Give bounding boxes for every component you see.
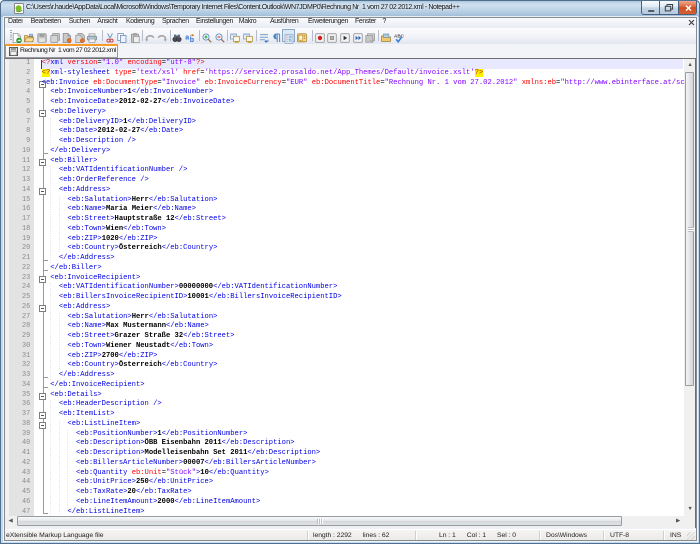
svg-text:b: b <box>190 37 194 43</box>
svg-text:a: a <box>185 34 189 41</box>
svg-text:ABC: ABC <box>394 33 404 38</box>
